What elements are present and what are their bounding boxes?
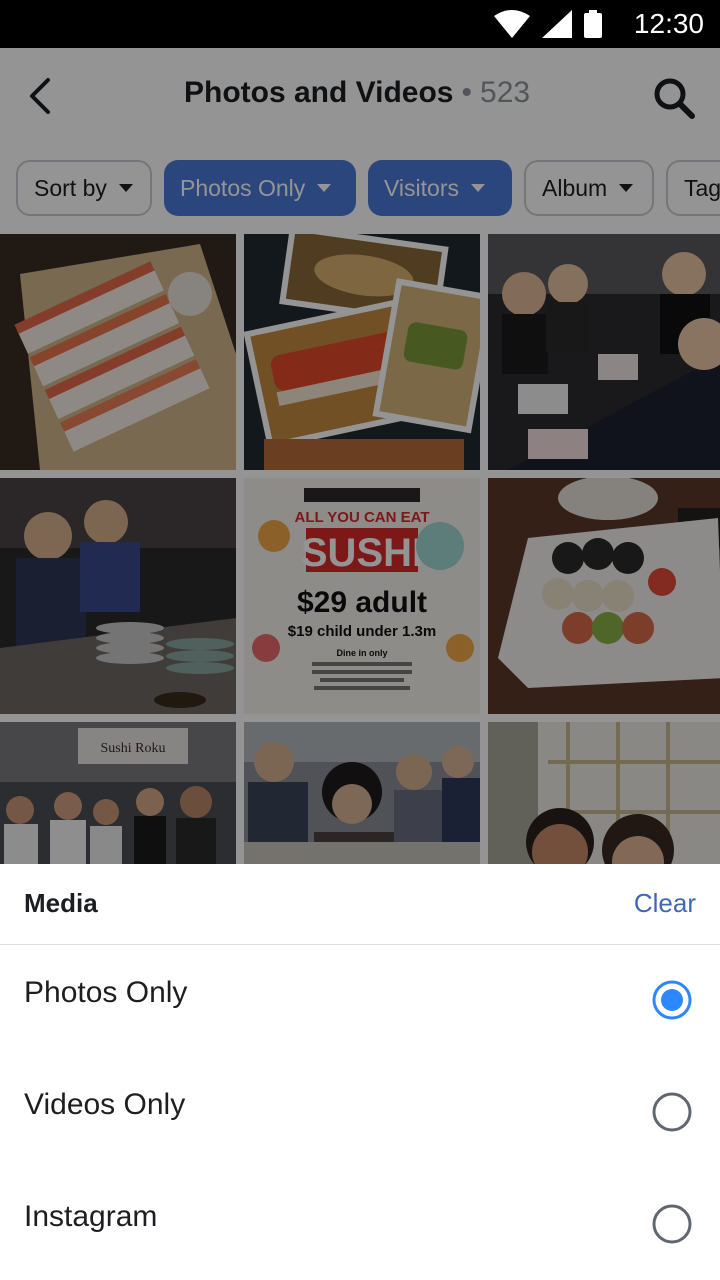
radio-unselected-icon[interactable] bbox=[652, 1092, 692, 1132]
option-photos-only[interactable]: Photos Only bbox=[0, 944, 720, 1056]
option-label: Videos Only bbox=[24, 1088, 186, 1121]
status-bar: 12:30 bbox=[0, 0, 720, 48]
sheet-title: Media bbox=[24, 888, 98, 918]
status-time: 12:30 bbox=[633, 8, 704, 39]
option-label: Photos Only bbox=[24, 976, 188, 1009]
radio-unselected-icon[interactable] bbox=[652, 1204, 692, 1244]
status-icons bbox=[494, 10, 602, 38]
dim-overlay[interactable] bbox=[0, 48, 720, 912]
signal-icon bbox=[542, 10, 572, 38]
sheet-header: Media Clear bbox=[0, 864, 720, 945]
clear-button[interactable]: Clear bbox=[634, 888, 696, 919]
option-videos-only[interactable]: Videos Only bbox=[0, 1056, 720, 1168]
wifi-icon bbox=[494, 10, 530, 38]
option-label: Instagram bbox=[24, 1200, 158, 1233]
option-instagram[interactable]: Instagram bbox=[0, 1168, 720, 1280]
battery-icon bbox=[584, 10, 602, 38]
radio-selected-icon[interactable] bbox=[652, 980, 692, 1020]
media-filter-sheet: Media Clear Photos Only Videos Only Inst… bbox=[0, 864, 720, 1280]
